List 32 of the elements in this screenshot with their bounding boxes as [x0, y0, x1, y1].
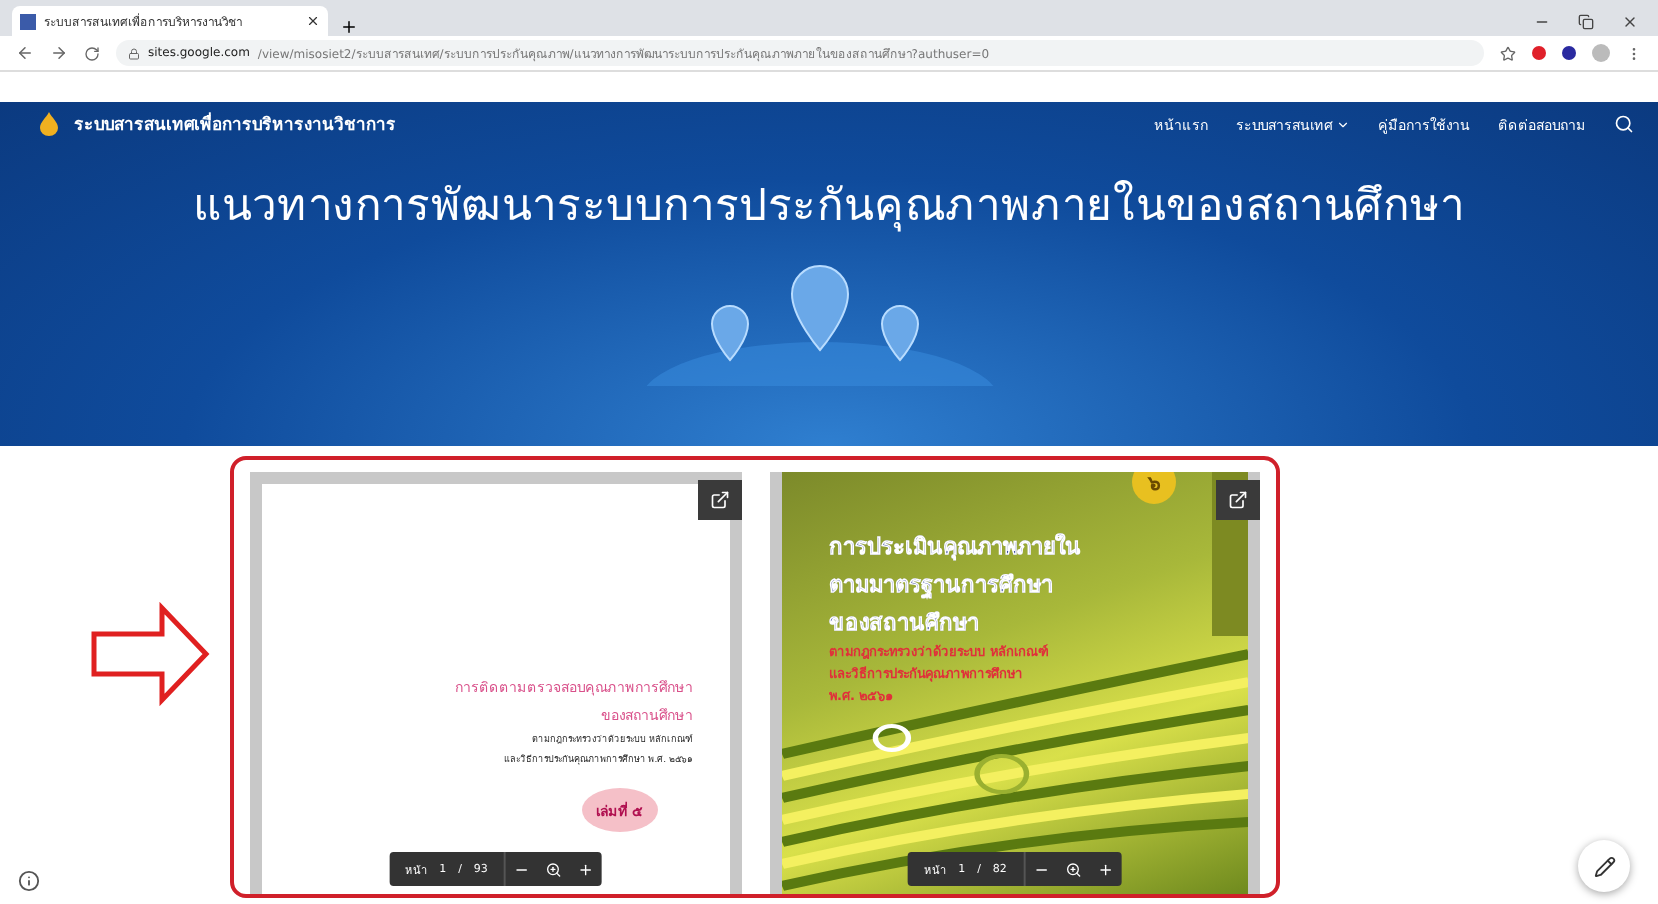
arrow-icon	[90, 602, 210, 706]
reload-icon[interactable]	[84, 45, 100, 61]
plus-icon	[577, 861, 594, 877]
forward-icon[interactable]	[50, 44, 68, 62]
star-icon[interactable]	[1500, 45, 1516, 61]
site-title: ระบบสารสนเทศเพื่อการบริหารงานวิชาการ	[74, 110, 396, 138]
plus-icon	[1096, 861, 1113, 877]
close-icon[interactable]	[1622, 14, 1638, 30]
back-icon[interactable]	[16, 44, 34, 62]
extension-icon[interactable]	[1532, 46, 1546, 60]
search-icon[interactable]	[1614, 114, 1634, 134]
favicon-icon	[20, 13, 36, 29]
cover-title-text: การประเมินคุณภาพภายใน	[829, 531, 1083, 564]
lock-icon	[128, 47, 140, 59]
volume-badge: ๖	[1132, 472, 1176, 504]
zoom-icon	[1064, 861, 1081, 877]
flame-logo-icon	[40, 112, 58, 136]
close-icon[interactable]	[306, 14, 320, 28]
cover-title-text: ของสถานศึกษา	[829, 608, 981, 640]
info-icon	[18, 870, 40, 892]
page-title: แนวทางการพัฒนาระบบการประกันคุณภาพภายในของสถานศึกษา	[191, 178, 1467, 236]
cover-title-text: ตามมาตรฐานการศึกษา	[829, 570, 1055, 602]
open-external-button[interactable]	[1216, 480, 1260, 520]
pencil-icon	[1593, 855, 1615, 877]
edit-button[interactable]	[1578, 840, 1630, 892]
zoom-icon	[545, 861, 562, 877]
new-tab-icon[interactable]	[340, 18, 358, 36]
external-link-icon	[1228, 490, 1248, 510]
open-external-button[interactable]	[697, 480, 741, 520]
extension-icon[interactable]	[1562, 46, 1576, 60]
external-link-icon	[709, 490, 729, 510]
restore-icon[interactable]	[1578, 14, 1594, 30]
